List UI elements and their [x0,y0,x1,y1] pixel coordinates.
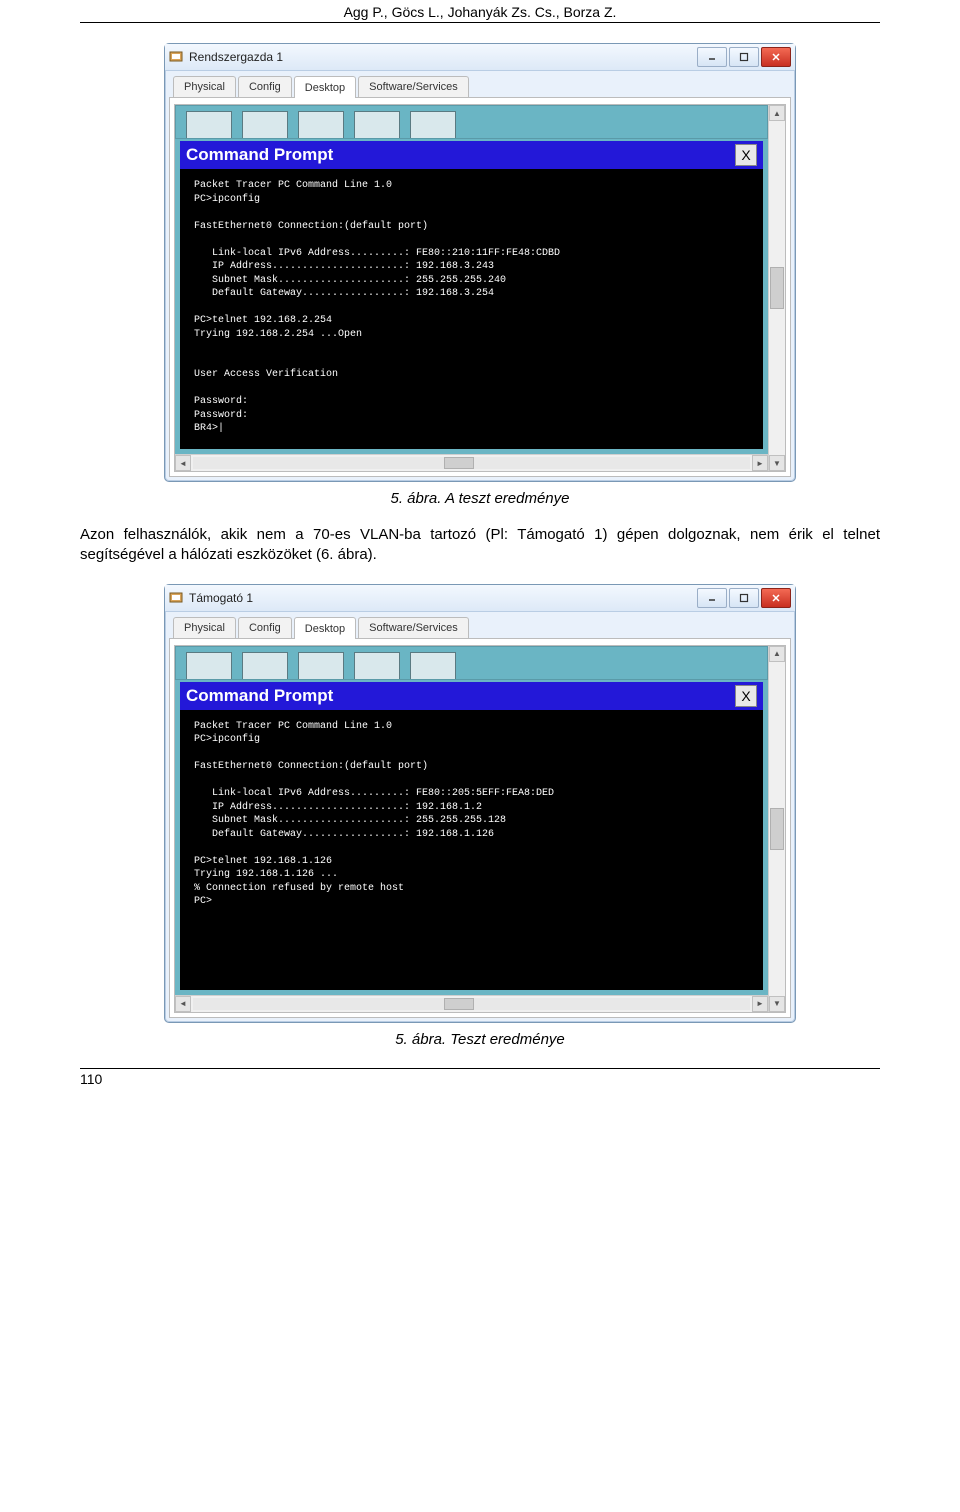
tab-config[interactable]: Config [238,76,292,97]
desktop-app-icon[interactable] [354,652,400,679]
scroll-left-icon[interactable]: ◄ [175,996,191,1012]
horizontal-scrollbar[interactable]: ◄ ► [175,995,768,1012]
desktop-app-icon[interactable] [298,111,344,138]
terminal-output[interactable]: Packet Tracer PC Command Line 1.0 PC>ipc… [180,710,763,990]
desktop-app-icon[interactable] [354,111,400,138]
scroll-right-icon[interactable]: ► [752,455,768,471]
figure-5-caption: 5. ábra. A teszt eredménye [80,490,880,507]
horizontal-scrollbar[interactable]: ◄ ► [175,454,768,471]
app-window-2: Támogató 1 Physical Config Desktop Softw… [164,584,796,1023]
desktop-app-icon[interactable] [298,652,344,679]
window-controls [697,588,791,608]
window-controls [697,47,791,67]
tab-software[interactable]: Software/Services [358,617,469,638]
window-title: Rendszergazda 1 [189,50,283,64]
command-prompt-window: Command Prompt X Packet Tracer PC Comman… [175,680,768,995]
scroll-thumb[interactable] [770,808,784,850]
figure-6-caption: 5. ábra. Teszt eredménye [80,1031,880,1048]
tab-software[interactable]: Software/Services [358,76,469,97]
scroll-down-icon[interactable]: ▼ [769,455,785,471]
vertical-scrollbar[interactable]: ▲ ▼ [768,105,785,471]
tab-bar: Physical Config Desktop Software/Service… [169,75,791,97]
desktop-app-icon[interactable] [410,111,456,138]
scroll-up-icon[interactable]: ▲ [769,646,785,662]
command-prompt-title: Command Prompt [186,686,333,706]
scroll-up-icon[interactable]: ▲ [769,105,785,121]
desktop-app-icon[interactable] [410,652,456,679]
scroll-right-icon[interactable]: ► [752,996,768,1012]
app-icon [169,591,183,605]
app-window-1: Rendszergazda 1 Physical Config Desktop … [164,43,796,482]
tab-desktop[interactable]: Desktop [294,76,356,98]
command-prompt-close-button[interactable]: X [735,144,757,166]
desktop-app-icon[interactable] [242,652,288,679]
command-prompt-close-button[interactable]: X [735,685,757,707]
terminal-output[interactable]: Packet Tracer PC Command Line 1.0 PC>ipc… [180,169,763,449]
maximize-button[interactable] [729,588,759,608]
tab-desktop[interactable]: Desktop [294,617,356,639]
desktop-icons-strip [175,105,768,139]
desktop-app-icon[interactable] [242,111,288,138]
page-number: 110 [80,1068,880,1087]
page-header-authors: Agg P., Göcs L., Johanyák Zs. Cs., Borza… [80,0,880,23]
tab-bar: Physical Config Desktop Software/Service… [169,616,791,638]
body-paragraph: Azon felhasználók, akik nem a 70-es VLAN… [80,525,880,566]
vertical-scrollbar[interactable]: ▲ ▼ [768,646,785,1012]
minimize-button[interactable] [697,47,727,67]
tab-config[interactable]: Config [238,617,292,638]
desktop-scroll-area: Command Prompt X Packet Tracer PC Comman… [174,104,786,472]
scroll-thumb[interactable] [444,998,474,1010]
desktop-app-icon[interactable] [186,652,232,679]
desktop-app-icon[interactable] [186,111,232,138]
scroll-thumb[interactable] [770,267,784,309]
maximize-button[interactable] [729,47,759,67]
desktop-icons-strip [175,646,768,680]
desktop-scroll-area: Command Prompt X Packet Tracer PC Comman… [174,645,786,1013]
figure-6-container: Támogató 1 Physical Config Desktop Softw… [80,584,880,1023]
scroll-down-icon[interactable]: ▼ [769,996,785,1012]
command-prompt-titlebar: Command Prompt X [180,141,763,169]
close-button[interactable] [761,47,791,67]
command-prompt-title: Command Prompt [186,145,333,165]
scroll-thumb[interactable] [444,457,474,469]
minimize-button[interactable] [697,588,727,608]
window-titlebar: Rendszergazda 1 [165,44,795,71]
command-prompt-titlebar: Command Prompt X [180,682,763,710]
tab-physical[interactable]: Physical [173,76,236,97]
window-title: Támogató 1 [189,591,253,605]
figure-5-container: Rendszergazda 1 Physical Config Desktop … [80,43,880,482]
scroll-left-icon[interactable]: ◄ [175,455,191,471]
tab-physical[interactable]: Physical [173,617,236,638]
command-prompt-window: Command Prompt X Packet Tracer PC Comman… [175,139,768,454]
app-icon [169,50,183,64]
window-titlebar: Támogató 1 [165,585,795,612]
close-button[interactable] [761,588,791,608]
